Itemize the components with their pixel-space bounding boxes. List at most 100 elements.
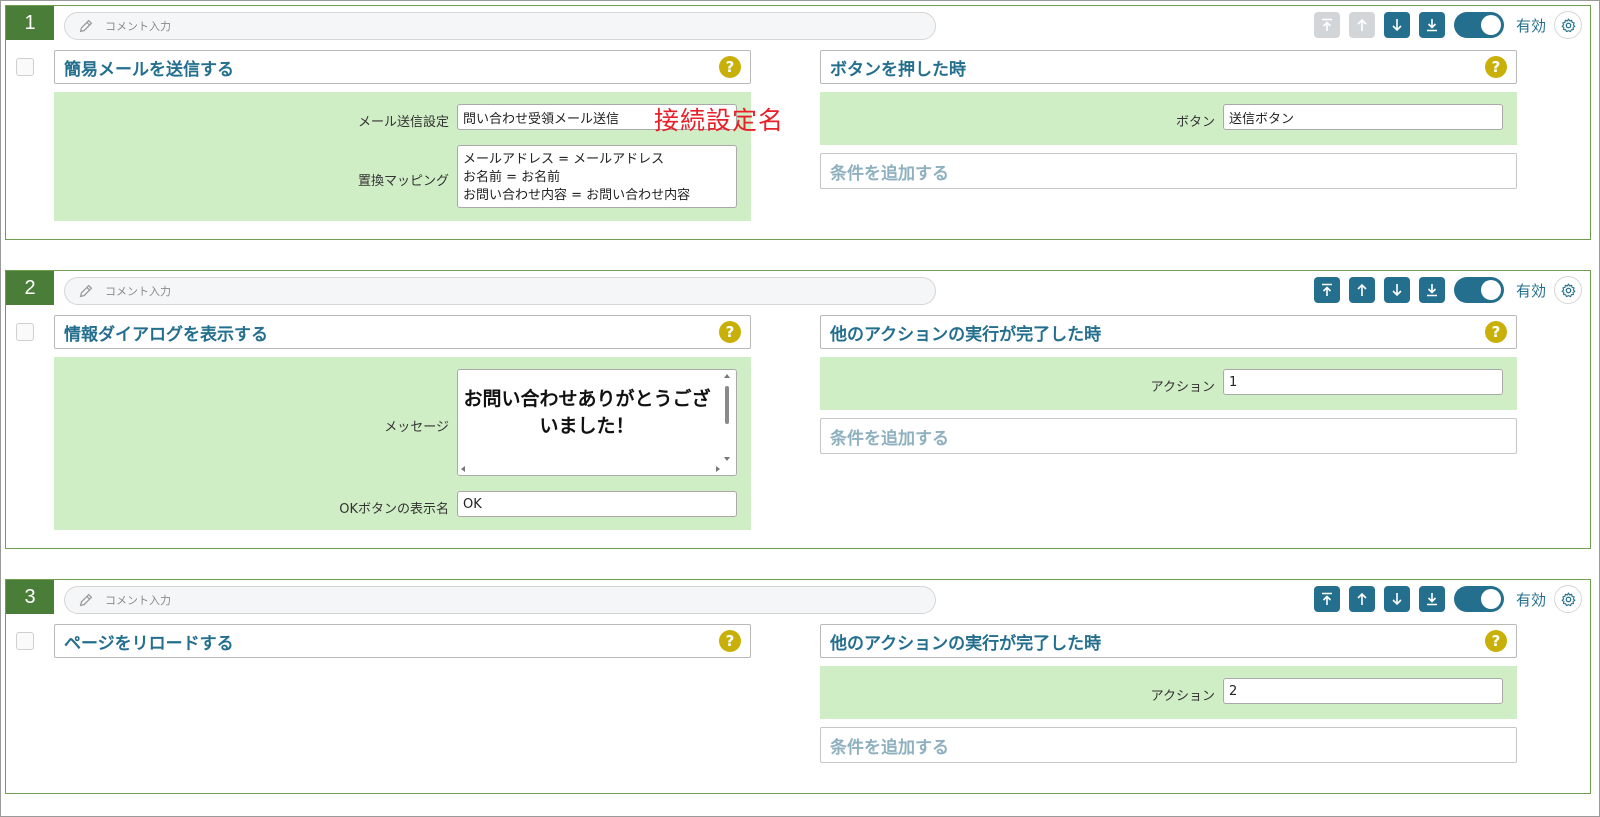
action-title: 簡易メールを送信する [64, 59, 234, 80]
action-block-1: 1 コメント入力 有効 簡易メールを送信する ? メール送信設定 問い合わせ受領… [5, 5, 1591, 240]
message-text: お問い合わせありがとうございました！ [463, 388, 711, 437]
action-settings: メール送信設定 問い合わせ受領メール送信 置換マッピング メールアドレス = メ… [54, 92, 751, 221]
enabled-label: 有効 [1515, 16, 1546, 35]
move-up-button[interactable] [1348, 586, 1375, 612]
pencil-icon [79, 19, 93, 33]
move-up-button[interactable] [1348, 277, 1375, 303]
gear-icon [1561, 283, 1575, 297]
comment-placeholder: コメント入力 [105, 285, 171, 298]
move-down-button[interactable] [1383, 586, 1410, 612]
move-bottom-button[interactable] [1418, 12, 1445, 38]
enabled-toggle[interactable] [1453, 12, 1504, 38]
select-checkbox[interactable] [16, 632, 34, 650]
comment-input[interactable]: コメント入力 [64, 586, 936, 614]
move-top-icon [1321, 283, 1332, 296]
ok-label: OKボタンの表示名 [339, 502, 449, 517]
move-up-icon [1357, 592, 1367, 605]
comment-input[interactable]: コメント入力 [64, 12, 936, 40]
move-top-button[interactable] [1313, 12, 1340, 38]
block-toolbar: 有効 [1305, 584, 1582, 614]
add-condition-label: 条件を追加する [830, 163, 949, 184]
trigger-settings: ボタン 送信ボタン [820, 92, 1517, 145]
help-icon[interactable]: ? [719, 321, 741, 343]
help-icon[interactable]: ? [1485, 630, 1507, 652]
move-top-icon [1321, 18, 1332, 31]
block-number: 1 [6, 6, 54, 40]
help-icon[interactable]: ? [1485, 56, 1507, 78]
trigger-field-label: アクション [1150, 689, 1215, 704]
message-label: メッセージ [384, 420, 449, 435]
gear-icon [1561, 18, 1575, 32]
trigger-header[interactable]: 他のアクションの実行が完了した時 ? [820, 624, 1517, 658]
block-number: 2 [6, 271, 54, 305]
trigger-field[interactable]: 送信ボタン [1223, 104, 1503, 130]
move-bottom-icon [1426, 284, 1437, 297]
trigger-header[interactable]: ボタンを押した時 ? [820, 50, 1517, 84]
move-bottom-button[interactable] [1418, 277, 1445, 303]
toggle-knob [1480, 280, 1501, 300]
help-icon[interactable]: ? [719, 56, 741, 78]
horizontal-scrollbar[interactable] [458, 461, 736, 475]
add-condition-label: 条件を追加する [830, 428, 949, 449]
enabled-toggle[interactable] [1453, 586, 1504, 612]
move-down-button[interactable] [1383, 12, 1410, 38]
select-checkbox[interactable] [16, 323, 34, 341]
block-number: 3 [6, 580, 54, 614]
message-textarea[interactable]: お問い合わせありがとうございました！ [457, 369, 737, 476]
move-up-button[interactable] [1348, 12, 1375, 38]
mapping-textarea[interactable]: メールアドレス = メールアドレス お名前 = お名前 お問い合わせ内容 = お… [457, 145, 737, 208]
settings-button[interactable] [1554, 276, 1582, 304]
gear-icon [1561, 592, 1575, 606]
trigger-field[interactable]: 2 [1223, 678, 1503, 704]
select-checkbox[interactable] [16, 58, 34, 76]
toggle-knob [1480, 589, 1501, 609]
mail-setting-label: メール送信設定 [357, 115, 449, 130]
help-icon[interactable]: ? [719, 630, 741, 652]
trigger-title: 他のアクションの実行が完了した時 [830, 633, 1102, 654]
enabled-label: 有効 [1515, 590, 1546, 609]
move-top-button[interactable] [1313, 277, 1340, 303]
move-bottom-icon [1426, 19, 1437, 32]
move-bottom-icon [1426, 593, 1437, 606]
move-top-icon [1321, 592, 1332, 605]
trigger-field-label: アクション [1150, 380, 1215, 395]
settings-button[interactable] [1554, 585, 1582, 613]
trigger-field-label: ボタン [1175, 115, 1215, 130]
enabled-toggle[interactable] [1453, 277, 1504, 303]
trigger-header[interactable]: 他のアクションの実行が完了した時 ? [820, 315, 1517, 349]
scrollbar-arrows-icon [461, 466, 720, 472]
trigger-settings: アクション 2 [820, 666, 1517, 719]
action-header[interactable]: 情報ダイアログを表示する ? [54, 315, 751, 349]
move-up-icon [1357, 18, 1367, 31]
action-header[interactable]: ページをリロードする ? [54, 624, 751, 658]
settings-button[interactable] [1554, 11, 1582, 39]
vertical-scrollbar[interactable] [718, 370, 736, 475]
add-condition-button[interactable]: 条件を追加する [820, 153, 1517, 189]
action-title: 情報ダイアログを表示する [64, 324, 268, 345]
move-down-button[interactable] [1383, 277, 1410, 303]
move-bottom-button[interactable] [1418, 586, 1445, 612]
help-icon[interactable]: ? [1485, 321, 1507, 343]
ok-field[interactable]: OK [457, 491, 737, 517]
move-down-icon [1392, 19, 1402, 32]
move-down-icon [1392, 593, 1402, 606]
move-down-icon [1392, 284, 1402, 297]
comment-placeholder: コメント入力 [105, 20, 171, 33]
pencil-icon [79, 593, 93, 607]
add-condition-button[interactable]: 条件を追加する [820, 727, 1517, 763]
pencil-icon [79, 284, 93, 298]
enabled-label: 有効 [1515, 281, 1546, 300]
action-header[interactable]: 簡易メールを送信する ? [54, 50, 751, 84]
toggle-knob [1480, 15, 1501, 35]
move-top-button[interactable] [1313, 586, 1340, 612]
comment-placeholder: コメント入力 [105, 594, 171, 607]
trigger-title: 他のアクションの実行が完了した時 [830, 324, 1102, 345]
block-toolbar: 有効 [1305, 275, 1582, 305]
trigger-settings: アクション 1 [820, 357, 1517, 410]
add-condition-button[interactable]: 条件を追加する [820, 418, 1517, 454]
trigger-field[interactable]: 1 [1223, 369, 1503, 395]
annotation-label: 接続設定名 [654, 106, 785, 135]
action-title: ページをリロードする [64, 633, 234, 654]
action-settings: メッセージ お問い合わせありがとうございました！ OKボタンの表示名 OK [54, 357, 751, 530]
comment-input[interactable]: コメント入力 [64, 277, 936, 305]
